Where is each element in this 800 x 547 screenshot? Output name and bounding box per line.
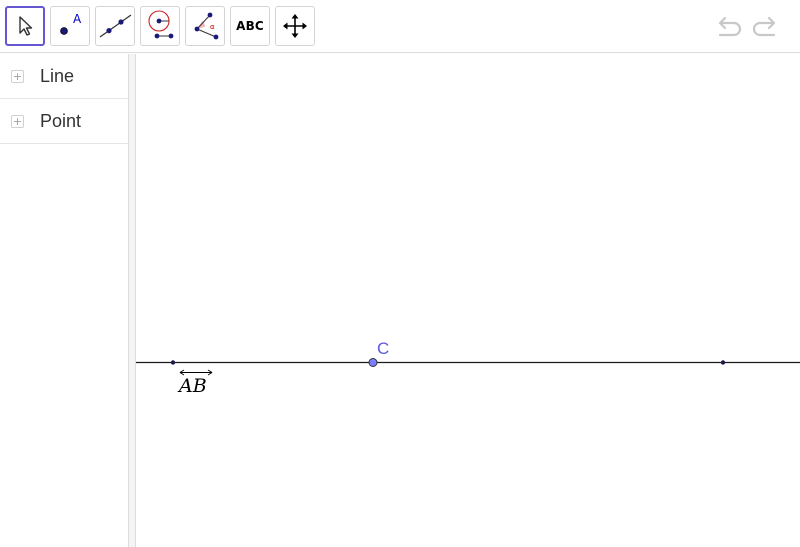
point-c-label: C: [377, 339, 389, 358]
move-graphics-tool-button[interactable]: [275, 6, 315, 46]
graphics-view[interactable]: C AB: [136, 54, 800, 547]
expand-plus-icon[interactable]: +: [11, 115, 24, 128]
redo-icon: [752, 16, 776, 37]
text-tool-label: ABC: [236, 19, 264, 33]
point-a[interactable]: [170, 360, 176, 365]
undo-icon: [718, 16, 742, 37]
line-ab-label-text: AB: [177, 375, 207, 397]
algebra-group-line[interactable]: + Line: [0, 54, 128, 99]
line-icon: [99, 14, 132, 38]
point-icon-letter: A: [73, 12, 82, 26]
redo-button[interactable]: [750, 12, 780, 40]
move-arrows-icon: [283, 14, 307, 38]
point-c[interactable]: [368, 358, 378, 367]
point-icon: A: [60, 12, 82, 35]
algebra-view: + Line + Point: [0, 54, 128, 547]
geogebra-app: A α ABC + Line + Point C AB: [0, 0, 800, 547]
cursor-arrow-icon: [19, 16, 33, 36]
line-tool-button[interactable]: [95, 6, 135, 46]
move-tool-button[interactable]: [5, 6, 45, 46]
algebra-group-label: Line: [40, 66, 75, 86]
line-ab-label: AB: [177, 369, 213, 397]
graphics-canvas[interactable]: C AB: [136, 54, 800, 547]
expand-plus-icon[interactable]: +: [11, 70, 24, 83]
algebra-group-point[interactable]: + Point: [0, 99, 128, 144]
toolbar: A α ABC: [0, 0, 800, 53]
circle-tool-button[interactable]: [140, 6, 180, 46]
angle-icon: α: [194, 12, 219, 40]
undo-button[interactable]: [714, 12, 744, 40]
point-b[interactable]: [720, 360, 726, 365]
text-tool-button[interactable]: ABC: [230, 6, 270, 46]
angle-tool-button[interactable]: α: [185, 6, 225, 46]
point-tool-button[interactable]: A: [50, 6, 90, 46]
circle-icon: [148, 10, 174, 39]
algebra-group-label: Point: [40, 111, 82, 131]
angle-icon-letter: α: [210, 23, 215, 31]
panel-splitter[interactable]: [128, 54, 136, 547]
